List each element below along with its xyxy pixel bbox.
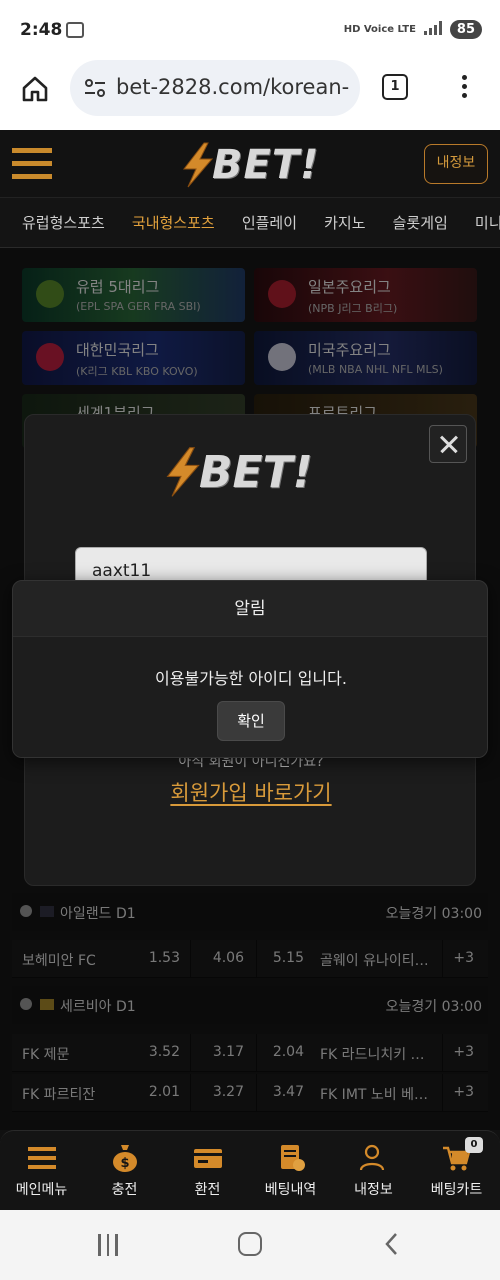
my-info-button[interactable]: 내정보 <box>424 144 488 184</box>
back-icon[interactable] <box>384 1232 398 1256</box>
browser-home-button[interactable] <box>20 74 50 104</box>
confirm-button[interactable]: 확인 <box>217 701 285 741</box>
lightning-bolt-icon <box>182 142 214 188</box>
nav-label: 베팅내역 <box>264 1182 317 1198</box>
modal-logo: BET! <box>161 445 313 499</box>
menu-icon <box>28 1147 56 1169</box>
recent-apps-icon[interactable] <box>98 1234 124 1256</box>
category-tab[interactable]: 유럽형스포츠 <box>22 198 105 247</box>
nav-main-menu[interactable]: 메인메뉴 <box>0 1131 83 1211</box>
signup-link[interactable]: 회원가입 바로가기 <box>25 777 477 807</box>
alert-message: 이용불가능한 아이디 입니다. <box>155 669 347 688</box>
logo-text: BET! <box>212 142 320 188</box>
nav-betting-cart[interactable]: 0 베팅카트 <box>415 1131 498 1211</box>
browser-menu-button[interactable] <box>458 72 470 102</box>
battery-badge: 85 <box>449 20 482 39</box>
card-icon <box>194 1149 222 1168</box>
address-bar[interactable]: bet-2828.com/korean- <box>70 60 360 116</box>
category-tab[interactable]: 인플레이 <box>242 198 297 247</box>
alert-title: 알림 <box>13 581 487 637</box>
nav-label: 베팅카트 <box>430 1182 483 1198</box>
close-icon[interactable] <box>429 425 467 463</box>
nav-label: 환전 <box>194 1182 221 1198</box>
url-text[interactable]: bet-2828.com/korean- <box>116 75 352 99</box>
money-bag-icon: $ <box>113 1145 137 1172</box>
category-tab[interactable]: 카지노 <box>324 198 365 247</box>
alert-dialog: 알림 이용불가능한 아이디 입니다. 확인 <box>12 580 488 758</box>
system-home-icon[interactable] <box>238 1232 262 1256</box>
nav-withdraw[interactable]: 환전 <box>166 1131 249 1211</box>
status-time: 2:48 <box>20 20 63 40</box>
category-tab-active[interactable]: 국내형스포츠 <box>132 198 215 247</box>
category-nav: 유럽형스포츠 국내형스포츠 인플레이 카지노 슬롯게임 미니 <box>0 198 500 248</box>
hamburger-menu-icon[interactable] <box>12 148 52 180</box>
bottom-nav: 메인메뉴 $ 충전 환전 베팅내역 내정보 0 베팅카트 <box>0 1130 500 1210</box>
tab-switcher-button[interactable]: 1 <box>382 74 408 100</box>
status-indicators: HD Voice LTE 85 <box>344 20 482 39</box>
lightning-bolt-icon <box>166 447 200 497</box>
betting-history-icon <box>281 1145 305 1171</box>
browser-toolbar: bet-2828.com/korean- 1 <box>0 58 500 130</box>
network-indicator: HD Voice LTE <box>343 24 416 35</box>
nav-label: 메인메뉴 <box>15 1182 68 1198</box>
nav-my-info[interactable]: 내정보 <box>332 1131 415 1211</box>
cart-count-badge: 0 <box>465 1137 483 1153</box>
nav-deposit[interactable]: $ 충전 <box>83 1131 166 1211</box>
nav-betting-history[interactable]: 베팅내역 <box>249 1131 332 1211</box>
status-bar: 2:48 HD Voice LTE 85 <box>0 0 500 58</box>
site-header: BET! 내정보 <box>0 130 500 198</box>
system-nav-bar <box>0 1210 500 1280</box>
user-icon <box>359 1144 385 1171</box>
logo-text: BET! <box>199 446 313 498</box>
signal-icon <box>423 21 442 38</box>
home-icon <box>22 76 48 102</box>
svg-text:$: $ <box>120 1156 129 1171</box>
screenshot-icon <box>66 22 84 38</box>
site-settings-icon[interactable] <box>84 78 106 98</box>
alert-body: 이용불가능한 아이디 입니다. 확인 <box>13 637 487 757</box>
category-tab[interactable]: 슬롯게임 <box>393 198 448 247</box>
nav-label: 충전 <box>111 1182 138 1198</box>
nav-label: 내정보 <box>354 1182 393 1198</box>
site-logo[interactable]: BET! <box>178 140 319 190</box>
category-tab[interactable]: 미니 <box>475 198 500 247</box>
